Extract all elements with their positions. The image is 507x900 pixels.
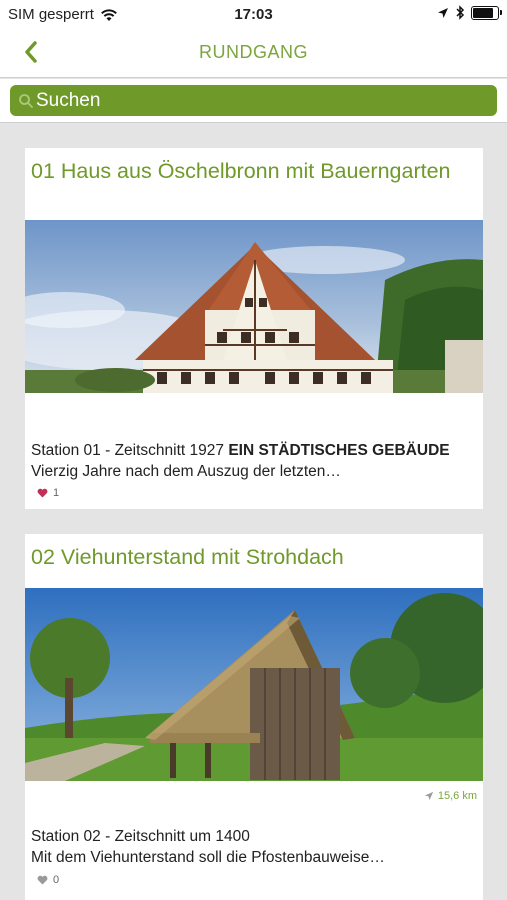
station-description: Station 02 - Zeitschnitt um 1400 Mit dem… bbox=[31, 826, 477, 868]
location-arrow-icon bbox=[424, 791, 434, 801]
description-highlight: EIN STÄDTISCHES GEBÄUDE bbox=[228, 442, 450, 459]
station-card[interactable]: 01 Haus aus Öschelbronn mit Bauerngarten bbox=[25, 148, 483, 509]
heart-icon bbox=[37, 488, 48, 498]
page-title: RUNDGANG bbox=[198, 42, 308, 62]
distance-label: 15,6 km bbox=[437, 790, 477, 802]
like-counter[interactable]: 0 bbox=[37, 874, 59, 886]
station-photo bbox=[25, 220, 483, 393]
description-prefix: Station 01 - Zeitschnitt 1927 bbox=[31, 442, 229, 459]
battery-fill bbox=[473, 7, 493, 18]
station-title: 02 Viehunterstand mit Strohdach bbox=[31, 545, 344, 569]
description-line: Station 02 - Zeitschnitt um 1400 bbox=[31, 828, 250, 845]
status-bar: SIM gesperrt 17:03 bbox=[0, 0, 507, 28]
search-input[interactable]: Suchen bbox=[10, 85, 497, 116]
description-suffix: Vierzig Jahre nach dem Auszug der letzte… bbox=[31, 463, 341, 480]
distance-info: 15,6 km bbox=[424, 790, 477, 802]
like-counter[interactable]: 1 bbox=[37, 487, 59, 499]
description-line: Mit dem Viehunterstand soll die Pfostenb… bbox=[31, 849, 385, 866]
like-count: 0 bbox=[53, 874, 60, 886]
battery-icon bbox=[471, 5, 502, 20]
bluetooth-icon bbox=[456, 5, 465, 20]
station-card[interactable]: 02 Viehunterstand mit Strohdach 15,6 km … bbox=[25, 534, 483, 900]
location-arrow-icon bbox=[438, 7, 448, 18]
station-title: 01 Haus aus Öschelbronn mit Bauerngarten bbox=[31, 159, 451, 183]
heart-icon bbox=[37, 875, 48, 885]
station-description: Station 01 - Zeitschnitt 1927 EIN STÄDTI… bbox=[31, 440, 477, 482]
navigation-bar: RUNDGANG bbox=[0, 28, 507, 78]
status-icons bbox=[437, 5, 502, 20]
like-count: 1 bbox=[53, 487, 60, 499]
clock: 17:03 bbox=[234, 6, 273, 23]
search-bar-container: Suchen bbox=[0, 79, 507, 123]
search-icon bbox=[19, 93, 33, 108]
station-photo bbox=[25, 588, 483, 781]
search-placeholder: Suchen bbox=[36, 89, 101, 111]
